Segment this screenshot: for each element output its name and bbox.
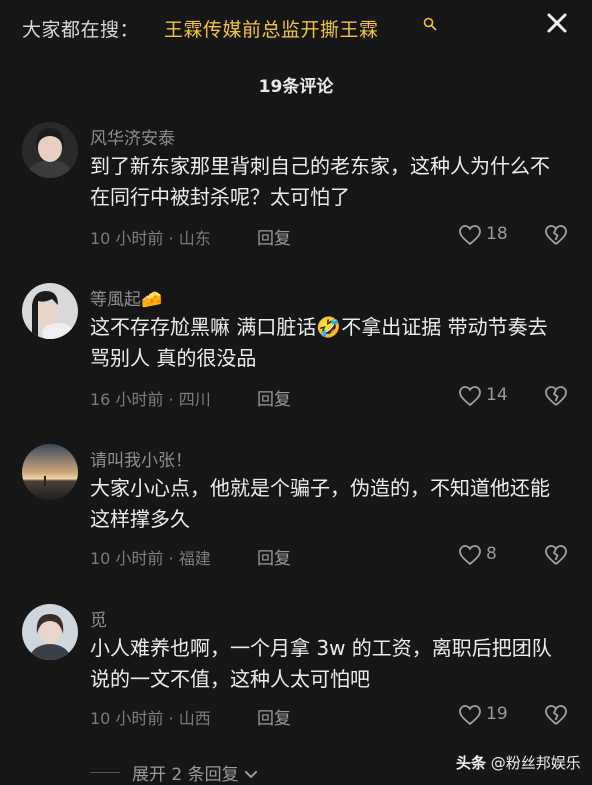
comment-author[interactable]: 觅: [90, 606, 107, 631]
comment-author[interactable]: 等風起🧀: [90, 285, 162, 310]
reply-button[interactable]: 回复: [257, 385, 291, 410]
comment-text: 这不存存尬黑嘛 满口脏话🤣不拿出证据 带动节奏去骂别人 真的很没品: [90, 315, 548, 370]
watermark: 头条 @粉丝邦娱乐: [456, 752, 581, 773]
like-button[interactable]: 8: [458, 543, 518, 569]
like-button[interactable]: 14: [458, 384, 518, 410]
heart-icon: [459, 705, 481, 726]
comment-meta: 10 小时前 · 福建: [90, 549, 211, 568]
heart-icon: [459, 386, 481, 407]
like-count: 8: [486, 544, 497, 564]
heart-icon: [459, 545, 481, 566]
comment-author[interactable]: 风华济安泰: [90, 124, 175, 149]
avatar[interactable]: [22, 122, 78, 178]
watermark-handle: @粉丝邦娱乐: [490, 754, 581, 772]
expand-replies[interactable]: 展开 2 条回复: [90, 760, 390, 785]
comment-count-title: 19条评论: [258, 77, 334, 97]
broken-heart-icon: [545, 386, 567, 406]
broken-heart-icon: [545, 705, 567, 725]
avatar[interactable]: [22, 444, 78, 500]
like-button[interactable]: 19: [458, 703, 518, 729]
avatar[interactable]: [22, 604, 78, 660]
search-suggestion-link[interactable]: 王霖传媒前总监开撕王霖: [164, 15, 379, 42]
like-count: 14: [486, 385, 508, 405]
comment-author[interactable]: 请叫我小张！: [90, 446, 192, 471]
reply-button[interactable]: 回复: [257, 544, 291, 569]
dislike-button[interactable]: [543, 384, 571, 410]
comment-meta: 16 小时前 · 四川: [90, 390, 211, 409]
top-bar: 大家都在搜： 王霖传媒前总监开撕王霖: [0, 0, 592, 60]
dislike-button[interactable]: [543, 543, 571, 569]
heart-icon: [459, 225, 481, 246]
search-prefix: 大家都在搜：: [22, 19, 140, 41]
like-button[interactable]: 18: [458, 223, 518, 249]
comment-text: 大家小心点，他就是个骗子，伪造的，不知道他还能这样撑多久: [90, 476, 550, 531]
cheese-emoji: 🧀: [141, 290, 163, 310]
divider-line: [90, 772, 120, 773]
comment-meta: 10 小时前 · 山东: [90, 229, 211, 248]
reply-button[interactable]: 回复: [257, 704, 291, 729]
like-count: 18: [486, 224, 508, 244]
comment-text: 到了新东家那里背刺自己的老东家，这种人为什么不在同行中被封杀呢？太可怕了: [90, 154, 550, 209]
watermark-brand: 头条: [456, 754, 487, 772]
expand-replies-text: 展开 2 条回复: [132, 765, 239, 785]
comment-meta: 10 小时前 · 山西: [90, 709, 211, 728]
search-icon[interactable]: [423, 17, 437, 31]
chevron-down-icon: [245, 771, 258, 778]
dislike-button[interactable]: [543, 703, 571, 729]
comment-text: 小人难养也啊，一个月拿 3w 的工资，离职后把团队说的一文不值，这种人太可怕吧: [90, 636, 552, 691]
dislike-button[interactable]: [543, 223, 571, 249]
close-icon[interactable]: [544, 10, 570, 36]
like-count: 19: [486, 704, 508, 724]
avatar[interactable]: [22, 283, 78, 339]
author-name: 等風起: [90, 290, 141, 310]
reply-button[interactable]: 回复: [257, 224, 291, 249]
expand-replies-label[interactable]: 展开 2 条回复: [132, 760, 258, 785]
broken-heart-icon: [545, 225, 567, 245]
broken-heart-icon: [545, 545, 567, 565]
